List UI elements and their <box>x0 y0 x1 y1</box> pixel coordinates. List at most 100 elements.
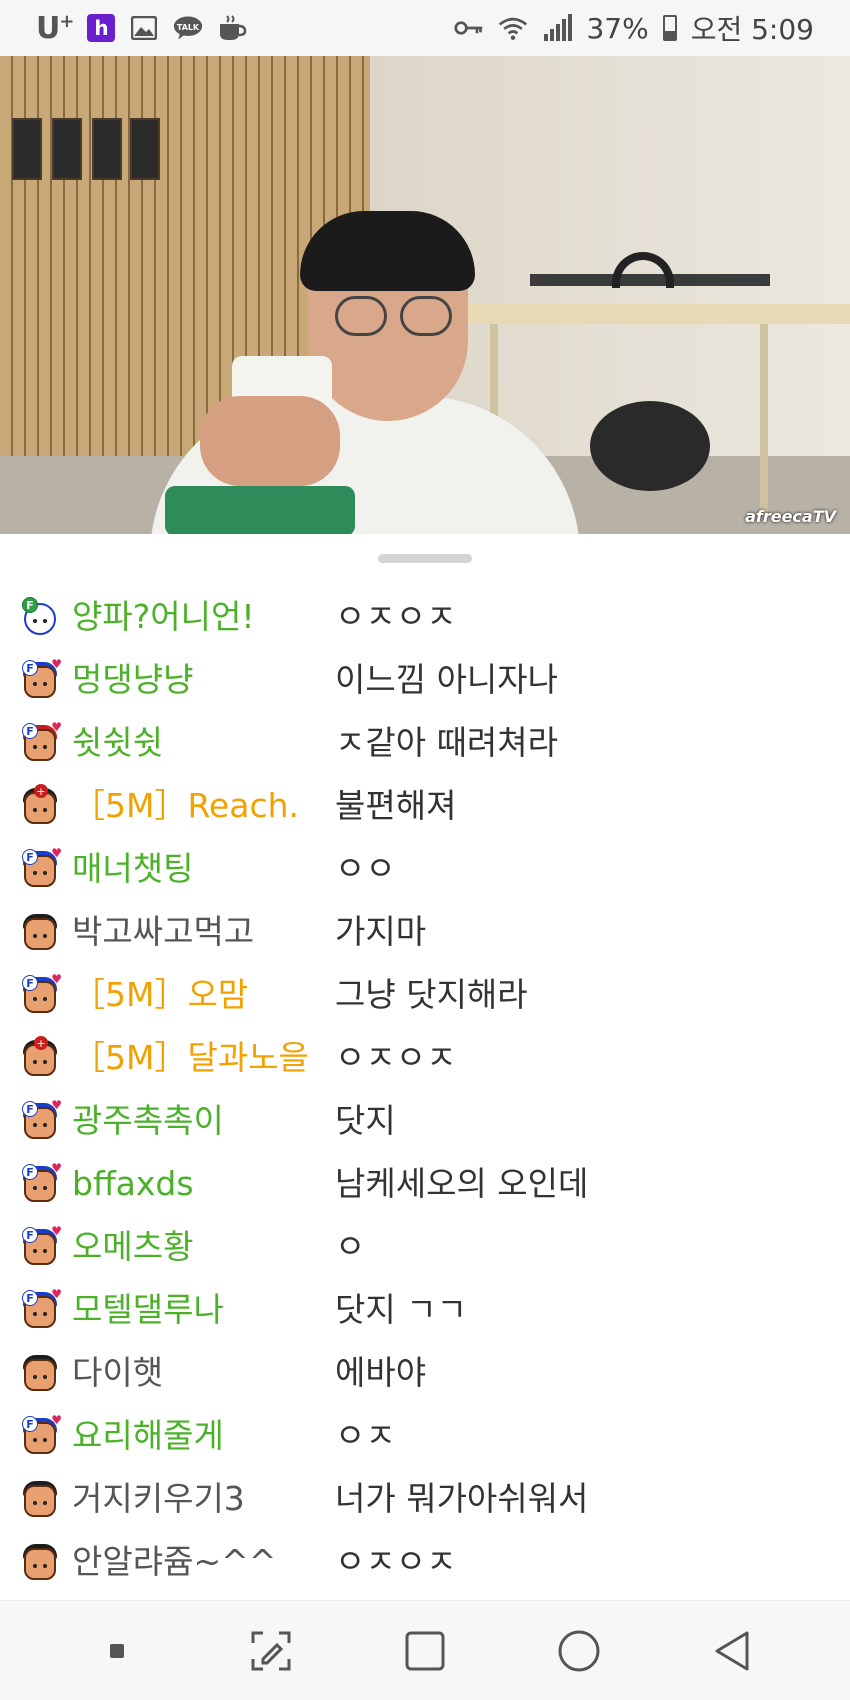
chat-nickname[interactable]: 박고싸고먹고 <box>60 908 335 955</box>
avatar-eye <box>33 1564 37 1568</box>
user-avatar-icon[interactable]: F <box>20 595 60 637</box>
back-triangle-icon[interactable] <box>703 1621 763 1681</box>
key-icon <box>454 14 484 42</box>
home-circle-icon[interactable] <box>549 1621 609 1681</box>
user-avatar-icon[interactable] <box>20 1477 60 1519</box>
user-avatar-icon[interactable]: F ♥ <box>20 1161 62 1204</box>
avatar-face <box>24 918 56 950</box>
chat-nickname[interactable]: 요리해줄게 <box>60 1412 335 1459</box>
kakaotalk-icon: TALK <box>173 14 203 42</box>
avatar-face <box>24 1485 56 1517</box>
fan-badge-icon: F <box>22 1101 38 1117</box>
recent-dot-icon[interactable] <box>87 1621 147 1681</box>
carrier-sup: + <box>59 10 74 32</box>
chat-nickname[interactable]: 안알랴쥼~^^ <box>60 1538 335 1585</box>
chat-message-text: 너가 뭐가아쉬워서 <box>335 1479 589 1518</box>
chat-message[interactable]: F ♥ ［5M］오맘 그냥 닷지해라 <box>0 963 850 1026</box>
video-frame <box>130 118 160 180</box>
heart-icon: ♥ <box>51 846 62 860</box>
chat-message-text: ㅇㅈㅇㅈ <box>335 1038 457 1077</box>
avatar-eye <box>33 997 37 1001</box>
chat-nickname[interactable]: 다이햇 <box>60 1349 335 1396</box>
avatar-eye <box>33 1060 37 1064</box>
avatar-eye <box>43 619 47 623</box>
overview-square-icon[interactable] <box>395 1621 455 1681</box>
vip-cross-badge-icon: + <box>34 784 48 798</box>
vip-cross-badge-icon: + <box>34 1036 48 1050</box>
live-video-player[interactable]: afreecaTV <box>0 56 850 534</box>
user-avatar-icon[interactable]: F ♥ <box>20 1287 62 1330</box>
avatar-eye <box>33 745 37 749</box>
chat-nickname[interactable]: 양파?어니언! <box>60 593 335 640</box>
heart-icon: ♥ <box>51 1224 62 1238</box>
chat-message[interactable]: F ♥ 모텔댈루나 닷지 ㄱㄱ <box>0 1278 850 1341</box>
avatar-eye <box>33 619 37 623</box>
user-avatar-icon[interactable]: F ♥ <box>20 1413 62 1456</box>
video-person-hair <box>300 211 475 291</box>
avatar-eye <box>33 1249 37 1253</box>
heart-icon: ♥ <box>51 1287 62 1301</box>
user-avatar-icon[interactable]: F ♥ <box>20 846 62 889</box>
clock: 오전 5:09 <box>690 13 814 46</box>
user-avatar-icon[interactable]: + <box>20 1036 60 1078</box>
fan-badge-icon: F <box>22 1227 38 1243</box>
video-glasses <box>335 296 387 336</box>
chat-nickname[interactable]: 오메츠황 <box>60 1223 335 1270</box>
user-avatar-icon[interactable]: + <box>20 784 60 826</box>
chat-nickname[interactable]: 쉿쉿쉿 <box>60 719 335 766</box>
avatar-eye <box>43 1123 47 1127</box>
chat-message[interactable]: 거지키우기3 너가 뭐가아쉬워서 <box>0 1467 850 1530</box>
chat-message[interactable]: F ♥ 오메츠황 ㅇ <box>0 1215 850 1278</box>
avatar-face <box>24 1359 56 1391</box>
heart-icon: ♥ <box>51 1413 62 1427</box>
chat-nickname[interactable]: ［5M］오맘 <box>60 971 335 1018</box>
avatar-eye <box>43 1375 47 1379</box>
chat-message[interactable]: + ［5M］Reach. 불편해져 <box>0 774 850 837</box>
chat-message[interactable]: F ♥ bffaxds 남케세오의 오인데 <box>0 1152 850 1215</box>
user-avatar-icon[interactable] <box>20 1351 60 1393</box>
chat-list[interactable]: F 양파?어니언! ㅇㅈㅇㅈ F ♥ 멍댕냥냥 이느낌 아니자나 F ♥ 쉿쉿쉿 ㅈ같아 때려쳐라 +… <box>0 585 850 1600</box>
user-avatar-icon[interactable]: F ♥ <box>20 1224 62 1267</box>
heart-icon: ♥ <box>51 1161 62 1175</box>
chat-message-text: 가지마 <box>335 912 427 951</box>
battery-fill <box>664 30 675 39</box>
chat-nickname[interactable]: 거지키우기3 <box>60 1475 335 1522</box>
chat-message[interactable]: 다이햇 에바야 <box>0 1341 850 1404</box>
chat-message[interactable]: 안알랴쥼~^^ ㅇㅈㅇㅈ <box>0 1530 850 1593</box>
chat-nickname[interactable]: ［5M］달과노을 <box>60 1034 335 1081</box>
avatar-eye <box>43 1438 47 1442</box>
carrier-label: U+ <box>36 10 74 46</box>
fan-badge-icon: F <box>22 1164 38 1180</box>
chat-message[interactable]: 박고싸고먹고 가지마 <box>0 900 850 963</box>
avatar-eye <box>43 1186 47 1190</box>
chat-nickname[interactable]: 멍댕냥냥 <box>60 656 335 703</box>
avatar-eye <box>33 682 37 686</box>
chat-message[interactable]: F ♥ 요리해줄게 ㅇㅈ <box>0 1404 850 1467</box>
chat-nickname[interactable]: ［5M］Reach. <box>60 782 335 829</box>
capture-icon[interactable] <box>241 1621 301 1681</box>
gallery-icon <box>129 14 159 42</box>
chat-message[interactable]: F ♥ 광주촉촉이 닷지 <box>0 1089 850 1152</box>
user-avatar-icon[interactable] <box>20 910 60 952</box>
chat-message[interactable]: + ［5M］달과노을 ㅇㅈㅇㅈ <box>0 1026 850 1089</box>
status-bar-right: 37% 오전 5:09 <box>454 8 814 48</box>
chat-nickname[interactable]: 모텔댈루나 <box>60 1286 335 1333</box>
avatar-eye <box>43 1564 47 1568</box>
video-desk-leg <box>760 324 768 514</box>
chat-nickname[interactable]: 광주촉촉이 <box>60 1097 335 1144</box>
chat-message-text: 남케세오의 오인데 <box>335 1164 589 1203</box>
user-avatar-icon[interactable]: F ♥ <box>20 1099 62 1141</box>
user-avatar-icon[interactable]: F ♥ <box>20 721 62 763</box>
chat-sheet-handle[interactable] <box>378 554 472 563</box>
chat-message-text: ㅇㅈㅇㅈ <box>335 597 457 636</box>
chat-nickname[interactable]: 매너챗팅 <box>60 845 335 892</box>
chat-message[interactable]: F ♥ 멍댕냥냥 이느낌 아니자나 <box>0 648 850 711</box>
signal-icon <box>542 14 573 42</box>
user-avatar-icon[interactable] <box>20 1540 60 1582</box>
chat-message[interactable]: F ♥ 매너챗팅 ㅇㅇ <box>0 837 850 900</box>
user-avatar-icon[interactable]: F ♥ <box>20 973 62 1015</box>
chat-message[interactable]: F ♥ 쉿쉿쉿 ㅈ같아 때려쳐라 <box>0 711 850 774</box>
chat-nickname[interactable]: bffaxds <box>60 1160 335 1207</box>
user-avatar-icon[interactable]: F ♥ <box>20 658 62 700</box>
chat-message[interactable]: F 양파?어니언! ㅇㅈㅇㅈ <box>0 585 850 648</box>
